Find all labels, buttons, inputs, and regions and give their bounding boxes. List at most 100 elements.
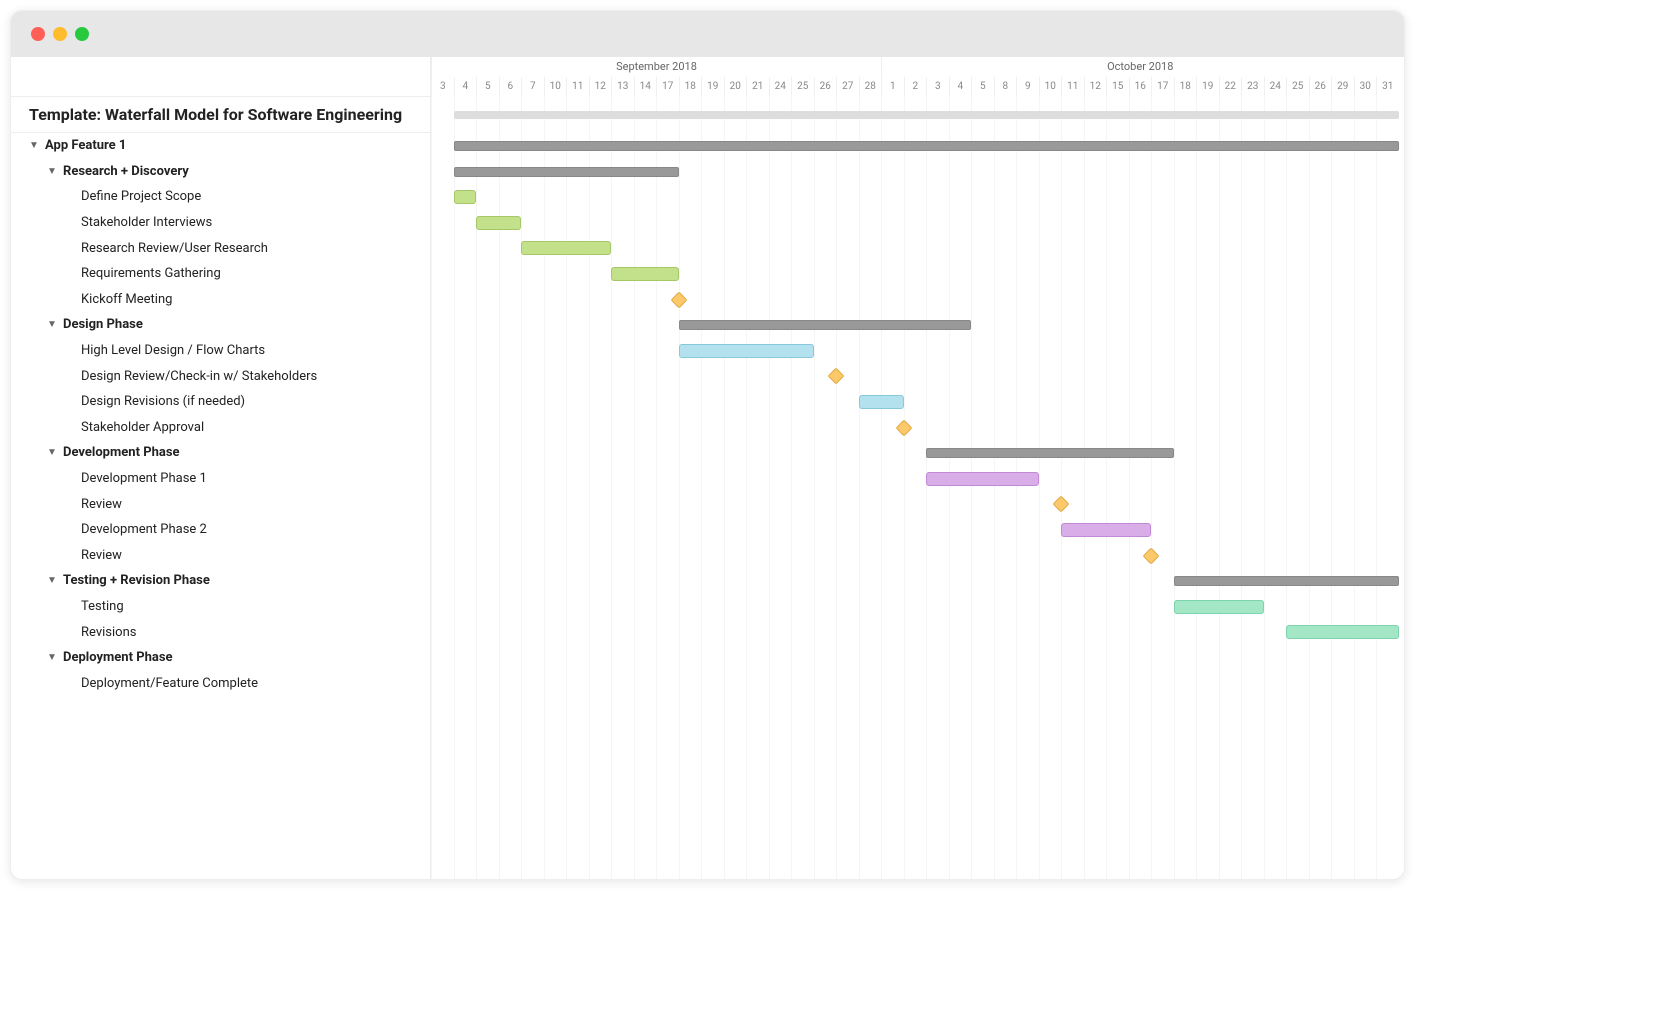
group-bar[interactable] [1174, 576, 1399, 586]
day-header: 1 [881, 77, 904, 97]
day-header: 8 [994, 77, 1017, 97]
milestone-diamond[interactable] [1143, 547, 1160, 564]
task-item[interactable]: Design Review/Check-in w/ Stakeholders [11, 363, 430, 389]
day-header: 7 [521, 77, 544, 97]
day-header: 21 [746, 77, 769, 97]
task-bar[interactable] [679, 344, 814, 358]
day-header: 10 [544, 77, 567, 97]
day-header: 18 [679, 77, 702, 97]
close-icon[interactable] [31, 27, 45, 41]
milestone-diamond[interactable] [670, 291, 687, 308]
collapse-icon[interactable]: ▼ [47, 652, 57, 663]
task-bar[interactable] [1061, 523, 1151, 537]
minimize-icon[interactable] [53, 27, 67, 41]
task-item[interactable]: Development Phase 2 [11, 517, 430, 543]
task-label: Review [81, 548, 122, 563]
task-label: Design Revisions (if needed) [81, 394, 245, 409]
task-label: Kickoff Meeting [81, 292, 172, 307]
task-bar[interactable] [1286, 625, 1399, 639]
collapse-icon[interactable]: ▼ [47, 575, 57, 586]
day-header: 13 [611, 77, 634, 97]
group-bar[interactable] [454, 141, 1399, 151]
task-item[interactable]: Requirements Gathering [11, 261, 430, 287]
task-item[interactable]: Review [11, 543, 430, 569]
task-bar[interactable] [926, 472, 1039, 486]
collapse-icon[interactable]: ▼ [47, 447, 57, 458]
task-label: Development Phase 2 [81, 522, 207, 537]
task-item[interactable]: Deployment/Feature Complete [11, 670, 430, 696]
group-bar[interactable] [679, 320, 972, 330]
task-label: Design Review/Check-in w/ Stakeholders [81, 369, 317, 384]
task-item[interactable]: Design Revisions (if needed) [11, 389, 430, 415]
task-item[interactable]: Kickoff Meeting [11, 287, 430, 313]
month-header: September 2018 [431, 57, 881, 77]
maximize-icon[interactable] [75, 27, 89, 41]
day-header: 4 [949, 77, 972, 97]
task-group[interactable]: ▼ Research + Discovery [11, 159, 430, 185]
task-item[interactable]: Review [11, 491, 430, 517]
task-group[interactable]: ▼Testing + Revision Phase [11, 568, 430, 594]
day-header: 12 [589, 77, 612, 97]
day-header: 20 [724, 77, 747, 97]
day-header: 4 [454, 77, 477, 97]
task-item[interactable]: Stakeholder Interviews [11, 210, 430, 236]
milestone-diamond[interactable] [828, 368, 845, 385]
collapse-icon[interactable]: ▼ [47, 166, 57, 177]
day-header: 3 [431, 77, 454, 97]
collapse-icon[interactable]: ▼ [47, 319, 57, 330]
task-label: Development Phase [63, 445, 180, 460]
group-bar[interactable] [454, 167, 679, 177]
day-header: 23 [1241, 77, 1264, 97]
day-header: 25 [791, 77, 814, 97]
task-item[interactable]: Stakeholder Approval [11, 415, 430, 441]
task-label: Research Review/User Research [81, 241, 268, 256]
task-bar[interactable] [1174, 600, 1264, 614]
day-header: 15 [1106, 77, 1129, 97]
task-list-panel: Template: Waterfall Model for Software E… [11, 57, 431, 879]
day-header: 22 [1219, 77, 1242, 97]
task-bar[interactable] [611, 267, 679, 281]
task-label: Requirements Gathering [81, 266, 221, 281]
day-header: 11 [1061, 77, 1084, 97]
day-header: 14 [634, 77, 657, 97]
task-label: Deployment Phase [63, 650, 173, 665]
task-group[interactable]: ▼Design Phase [11, 312, 430, 338]
task-item[interactable]: Testing [11, 594, 430, 620]
day-header: 31 [1376, 77, 1399, 97]
day-header: 16 [1129, 77, 1152, 97]
day-header: 25 [1286, 77, 1309, 97]
task-item[interactable]: Define Project Scope [11, 184, 430, 210]
timeline-panel[interactable]: September 2018October 201834567101112131… [431, 57, 1404, 879]
day-header: 5 [971, 77, 994, 97]
month-header: October 2018 [881, 57, 1399, 77]
task-bar[interactable] [476, 216, 521, 230]
task-item[interactable]: High Level Design / Flow Charts [11, 338, 430, 364]
task-label: Define Project Scope [81, 189, 201, 204]
task-group[interactable]: ▼App Feature 1 [11, 133, 430, 159]
task-bar[interactable] [454, 190, 477, 204]
collapse-icon[interactable]: ▼ [29, 140, 39, 151]
day-header: 28 [859, 77, 882, 97]
task-label: Stakeholder Approval [81, 420, 204, 435]
task-label: Stakeholder Interviews [81, 215, 212, 230]
task-bar[interactable] [859, 395, 904, 409]
day-header: 10 [1039, 77, 1062, 97]
task-label: Testing [81, 599, 124, 614]
task-label: Research + Discovery [63, 164, 189, 179]
task-item[interactable]: Research Review/User Research [11, 235, 430, 261]
task-group[interactable]: ▼ Deployment Phase [11, 645, 430, 671]
group-bar[interactable] [926, 448, 1174, 458]
day-header: 24 [1264, 77, 1287, 97]
day-header: 30 [1354, 77, 1377, 97]
milestone-diamond[interactable] [895, 419, 912, 436]
day-header: 17 [1151, 77, 1174, 97]
task-item[interactable]: Development Phase 1 [11, 466, 430, 492]
milestone-diamond[interactable] [1053, 496, 1070, 513]
task-bar[interactable] [521, 241, 611, 255]
day-header: 19 [1196, 77, 1219, 97]
task-group[interactable]: ▼ Development Phase [11, 440, 430, 466]
task-item[interactable]: Revisions [11, 619, 430, 645]
day-header: 6 [499, 77, 522, 97]
day-header: 24 [769, 77, 792, 97]
day-header: 2 [904, 77, 927, 97]
